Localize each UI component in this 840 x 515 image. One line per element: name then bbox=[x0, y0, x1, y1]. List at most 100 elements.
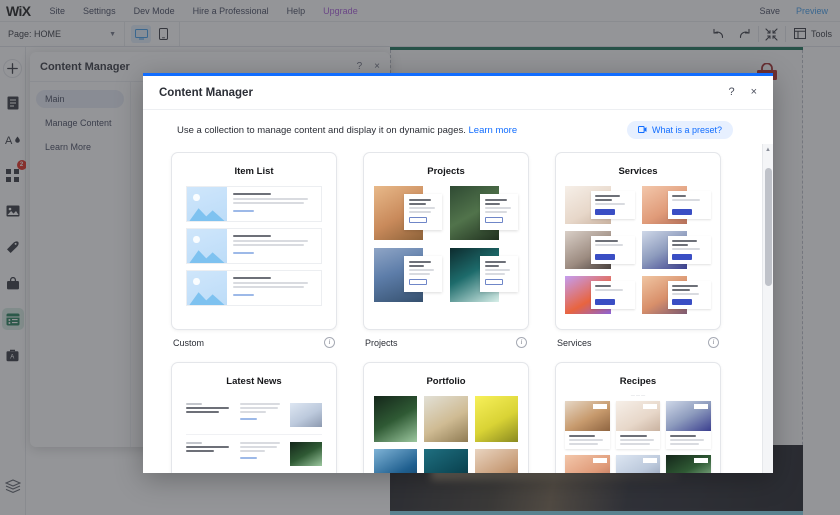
scrollbar-thumb[interactable] bbox=[765, 168, 772, 286]
preview-button[interactable]: Preview bbox=[788, 6, 836, 16]
see-more-button[interactable] bbox=[408, 278, 427, 285]
apps-button[interactable]: 2 bbox=[2, 160, 27, 186]
side-panel-item-main[interactable]: Main bbox=[36, 90, 124, 108]
recipe-thumbnail bbox=[666, 455, 711, 473]
top-menu-right: Save Preview bbox=[751, 6, 840, 16]
preset-item-portfolio[interactable]: Portfolio Portfolio i bbox=[363, 362, 529, 473]
placeholder-image-icon bbox=[187, 229, 227, 263]
news-body-col bbox=[240, 403, 282, 427]
news-thumbnail bbox=[290, 403, 322, 427]
preset-preview-portfolio[interactable]: Portfolio bbox=[363, 362, 529, 473]
what-is-a-preset-label: What is a preset? bbox=[651, 125, 722, 135]
book-now-button[interactable] bbox=[671, 299, 692, 306]
book-now-button[interactable] bbox=[595, 209, 616, 216]
list-item bbox=[374, 186, 442, 240]
portfolio-thumbnail bbox=[424, 449, 468, 473]
wix-logo[interactable]: WiX bbox=[0, 4, 41, 18]
side-panel-help-icon[interactable]: ? bbox=[357, 61, 363, 72]
list-item bbox=[666, 401, 711, 449]
list-item bbox=[450, 248, 518, 302]
menu-item-settings[interactable]: Settings bbox=[74, 6, 125, 16]
recipe-tag bbox=[694, 458, 708, 463]
side-panel-item-learn-more[interactable]: Learn More bbox=[36, 138, 124, 156]
modal-scrollbar[interactable]: ▲ bbox=[762, 144, 773, 473]
modal-close-icon[interactable]: × bbox=[751, 87, 757, 98]
save-button[interactable]: Save bbox=[751, 6, 788, 16]
info-icon[interactable]: i bbox=[324, 337, 335, 348]
preset-list-scroll-area[interactable]: Item List Custom i Projects Projects i S… bbox=[143, 152, 773, 473]
svg-text:A: A bbox=[10, 354, 14, 360]
see-more-button[interactable] bbox=[484, 216, 503, 223]
layers-icon[interactable] bbox=[2, 475, 24, 497]
see-more-button[interactable] bbox=[484, 278, 503, 285]
recipe-tag bbox=[694, 404, 708, 409]
business-button[interactable] bbox=[2, 272, 24, 294]
book-now-button[interactable] bbox=[595, 299, 616, 306]
book-now-button[interactable] bbox=[671, 254, 692, 261]
tools-icon bbox=[793, 27, 806, 41]
menu-item-hire-a-professional[interactable]: Hire a Professional bbox=[184, 6, 278, 16]
preset-item-recipes[interactable]: Recipes — — — bbox=[555, 362, 721, 473]
menu-item-site[interactable]: Site bbox=[41, 6, 75, 16]
add-button[interactable] bbox=[3, 59, 22, 78]
page-selector[interactable]: Page: HOME ▼ bbox=[0, 22, 125, 46]
scroll-up-arrow-icon[interactable]: ▲ bbox=[763, 144, 773, 153]
what-is-a-preset-button[interactable]: What is a preset? bbox=[626, 121, 733, 139]
preset-item-custom[interactable]: Item List Custom i bbox=[171, 152, 337, 348]
portfolio-thumbnail bbox=[374, 396, 418, 442]
preset-preview-news[interactable]: Latest News bbox=[171, 362, 337, 473]
services-mock bbox=[556, 186, 720, 314]
service-card bbox=[591, 280, 635, 310]
preset-item-news[interactable]: Latest News bbox=[171, 362, 337, 473]
preset-preview-recipes[interactable]: Recipes — — — bbox=[555, 362, 721, 473]
recipe-thumbnail bbox=[666, 401, 711, 431]
menu-item-dev-mode[interactable]: Dev Mode bbox=[125, 6, 184, 16]
content-manager-button[interactable] bbox=[1, 308, 24, 330]
preset-preview-custom[interactable]: Item List bbox=[171, 152, 337, 330]
book-now-button[interactable] bbox=[671, 209, 692, 216]
modal-subtitle-text: Use a collection to manage content and d… bbox=[177, 124, 466, 136]
theme-button[interactable]: A bbox=[2, 128, 24, 150]
book-now-button[interactable] bbox=[595, 254, 616, 261]
preset-preview-projects[interactable]: Projects bbox=[363, 152, 529, 330]
mobile-icon[interactable] bbox=[153, 25, 173, 43]
preset-item-services[interactable]: Services Services i bbox=[555, 152, 721, 348]
info-icon[interactable]: i bbox=[516, 337, 527, 348]
preset-item-projects[interactable]: Projects Projects i bbox=[363, 152, 529, 348]
recipes-mock bbox=[556, 401, 720, 473]
info-icon[interactable]: i bbox=[708, 337, 719, 348]
ascend-button[interactable]: A bbox=[2, 344, 24, 366]
list-item bbox=[565, 186, 635, 224]
side-panel-item-manage-content[interactable]: Manage Content bbox=[36, 114, 124, 132]
desktop-icon[interactable] bbox=[131, 25, 151, 43]
content-manager-modal: Content Manager ? × Use a collection to … bbox=[143, 73, 773, 473]
preset-preview-services[interactable]: Services bbox=[555, 152, 721, 330]
tools-label: Tools bbox=[810, 29, 832, 39]
tools-button[interactable]: Tools bbox=[786, 22, 840, 46]
list-item bbox=[565, 231, 635, 269]
list-item bbox=[186, 228, 322, 264]
list-item bbox=[186, 270, 322, 306]
zoom-out-icon[interactable] bbox=[759, 22, 785, 46]
undo-icon[interactable] bbox=[706, 22, 732, 46]
pages-button[interactable] bbox=[2, 92, 24, 114]
list-item bbox=[565, 455, 610, 473]
blog-button[interactable] bbox=[2, 236, 24, 258]
recipe-tag bbox=[592, 404, 607, 409]
media-button[interactable] bbox=[2, 200, 24, 222]
list-item bbox=[641, 231, 711, 269]
news-thumbnail bbox=[290, 442, 322, 466]
redo-icon[interactable] bbox=[732, 22, 758, 46]
recipe-thumbnail bbox=[615, 455, 661, 473]
portfolio-thumbnail bbox=[424, 396, 468, 442]
side-panel-close-icon[interactable]: × bbox=[374, 61, 380, 72]
preset-preview-title: Item List bbox=[234, 166, 274, 177]
side-panel-nav: Main Manage Content Learn More bbox=[30, 82, 130, 447]
see-more-button[interactable] bbox=[408, 216, 427, 223]
menu-item-help[interactable]: Help bbox=[278, 6, 315, 16]
menu-item-upgrade[interactable]: Upgrade bbox=[314, 6, 367, 16]
recipe-tag bbox=[643, 458, 658, 463]
modal-help-icon[interactable]: ? bbox=[728, 87, 734, 98]
modal-body: Use a collection to manage content and d… bbox=[143, 110, 773, 473]
learn-more-link[interactable]: Learn more bbox=[469, 125, 518, 136]
